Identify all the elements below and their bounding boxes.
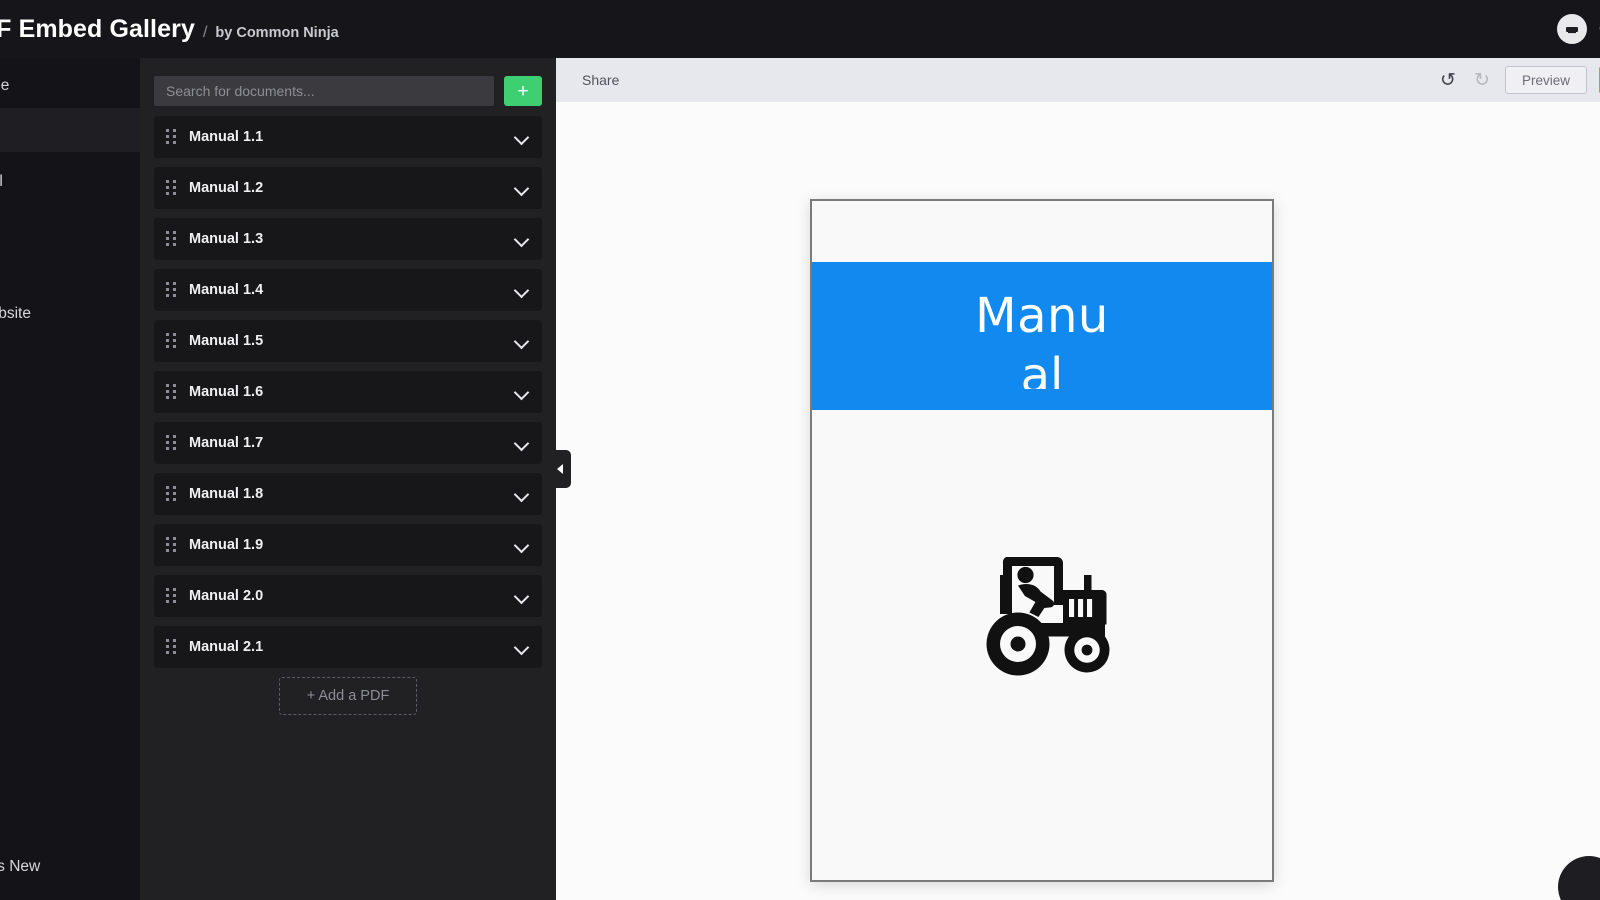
search-row: + (140, 58, 556, 106)
list-item[interactable]: Manual 1.7 (154, 422, 542, 464)
sidebar-item-content[interactable]: ent (0, 108, 140, 152)
list-item-label: Manual 1.5 (189, 333, 264, 349)
sidebar-item-label: What's New (0, 858, 41, 875)
toolbar-actions: ↺ ↻ Preview S (1437, 66, 1600, 94)
drag-handle-icon[interactable] (166, 384, 177, 400)
app-title: DF Embed Gallery (0, 14, 195, 43)
pdf-card-body (812, 410, 1272, 880)
editor-toolbar: Share ↺ ↻ Preview S (556, 58, 1600, 102)
sidebar-item-look-and-feel[interactable]: & Feel (0, 160, 140, 204)
list-item-label: Manual 1.8 (189, 486, 264, 502)
pdf-preview-card[interactable]: Manu al (810, 199, 1274, 882)
list-item-label: Manual 2.1 (189, 639, 264, 655)
list-item[interactable]: Manual 2.0 (154, 575, 542, 617)
top-bar: DF Embed Gallery / by Common Ninja Comm (0, 0, 1600, 58)
drag-handle-icon[interactable] (166, 129, 177, 145)
sidebar-item-type[interactable]: er Type (0, 64, 140, 108)
list-item[interactable]: Manual 1.4 (154, 269, 542, 311)
sidebar-item-label: er Type (0, 77, 10, 94)
chevron-down-icon[interactable] (515, 488, 528, 501)
preview-canvas: Manu al (556, 102, 1600, 900)
documents-panel: + Manual 1.1 Manual 1.2 Manual 1.3 Manua… (140, 58, 556, 900)
add-document-button[interactable]: + (504, 76, 542, 106)
preview-button[interactable]: Preview (1504, 66, 1587, 94)
sidebar-item-label: to Website (0, 305, 31, 322)
list-item[interactable]: Manual 1.2 (154, 167, 542, 209)
chevron-down-icon[interactable] (515, 335, 528, 348)
list-item-label: Manual 1.2 (189, 180, 264, 196)
panel-collapse-handle[interactable] (551, 450, 571, 488)
sidebar-item-analytics[interactable]: ytics (0, 248, 140, 292)
chevron-down-icon[interactable] (515, 590, 528, 603)
chevron-left-icon (556, 464, 563, 474)
drag-handle-icon[interactable] (166, 180, 177, 196)
pdf-card-title: Manu (975, 288, 1109, 344)
list-item-label: Manual 1.1 (189, 129, 264, 145)
chevron-down-icon[interactable] (515, 386, 528, 399)
list-item-label: Manual 1.9 (189, 537, 264, 553)
brand-separator: / (202, 23, 208, 41)
sidebar-item-whats-new[interactable]: What's New (0, 858, 140, 876)
list-item[interactable]: Manual 1.1 (154, 116, 542, 158)
drag-handle-icon[interactable] (166, 435, 177, 451)
search-input[interactable] (154, 76, 494, 106)
list-item-label: Manual 1.6 (189, 384, 264, 400)
user-avatar-icon (1557, 14, 1588, 44)
redo-icon[interactable]: ↻ (1471, 69, 1493, 91)
list-item[interactable]: Manual 1.8 (154, 473, 542, 515)
list-item[interactable]: Manual 1.6 (154, 371, 542, 413)
list-item[interactable]: Manual 1.5 (154, 320, 542, 362)
sidebar-item-settings[interactable]: ngs (0, 204, 140, 248)
brand-byline: by Common Ninja (215, 24, 339, 41)
list-item[interactable]: Manual 1.9 (154, 524, 542, 566)
user-menu[interactable]: Comm (1557, 0, 1600, 58)
pdf-card-top-space (812, 201, 1272, 262)
sidebar-item-add-to-website[interactable]: to Website (0, 292, 140, 336)
share-button[interactable]: Share (582, 72, 619, 88)
drag-handle-icon[interactable] (166, 231, 177, 247)
list-item-label: Manual 1.3 (189, 231, 264, 247)
chevron-down-icon[interactable] (515, 437, 528, 450)
chevron-down-icon[interactable] (515, 233, 528, 246)
chevron-down-icon[interactable] (515, 539, 528, 552)
undo-icon[interactable]: ↺ (1437, 69, 1459, 91)
drag-handle-icon[interactable] (166, 588, 177, 604)
chevron-down-icon[interactable] (515, 131, 528, 144)
list-item-label: Manual 1.7 (189, 435, 264, 451)
list-item[interactable]: Manual 2.1 (154, 626, 542, 668)
chevron-down-icon[interactable] (515, 182, 528, 195)
document-list: Manual 1.1 Manual 1.2 Manual 1.3 Manual … (140, 106, 556, 715)
brand: DF Embed Gallery / by Common Ninja (0, 15, 339, 44)
pdf-card-title-overflow: al (1020, 349, 1064, 389)
sidebar-item-label: & Feel (0, 173, 3, 190)
list-item[interactable]: Manual 1.3 (154, 218, 542, 260)
list-item-label: Manual 2.0 (189, 588, 264, 604)
drag-handle-icon[interactable] (166, 282, 177, 298)
add-pdf-row: + Add a PDF (154, 677, 542, 715)
editor-area: Share ↺ ↻ Preview S Manu al (556, 58, 1600, 900)
tractor-icon (986, 557, 1110, 676)
app-root: DF Embed Gallery / by Common Ninja Comm … (0, 0, 1600, 900)
chevron-down-icon[interactable] (515, 284, 528, 297)
sidebar: er Type ent & Feel ngs ytics to Website … (0, 58, 140, 900)
list-item-label: Manual 1.4 (189, 282, 264, 298)
drag-handle-icon[interactable] (166, 537, 177, 553)
add-pdf-button[interactable]: + Add a PDF (279, 677, 417, 715)
drag-handle-icon[interactable] (166, 639, 177, 655)
drag-handle-icon[interactable] (166, 333, 177, 349)
chevron-down-icon[interactable] (515, 641, 528, 654)
drag-handle-icon[interactable] (166, 486, 177, 502)
